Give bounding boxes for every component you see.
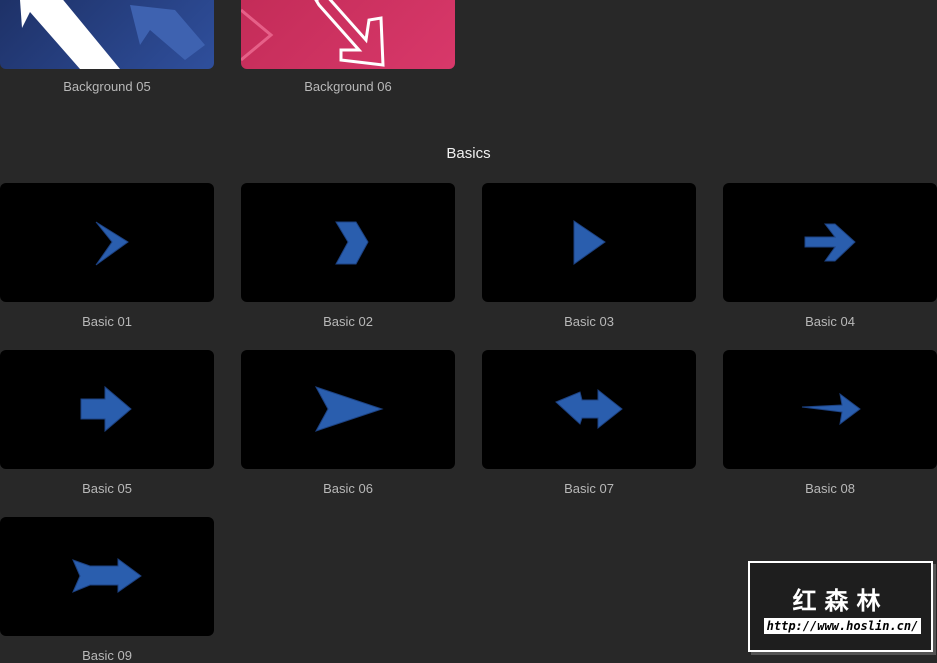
arrow-tail-icon [72,558,142,593]
section-title: Basics [446,145,491,162]
arrow-block-icon [80,385,132,433]
basic-thumbnail[interactable] [723,183,937,302]
triangle-icon [573,220,606,265]
chevron-thin-icon [95,221,129,266]
background-06-label: Background 06 [304,79,392,94]
basic-label: Basic 04 [805,314,855,329]
basic-thumbnail[interactable] [0,517,214,636]
basic-label: Basic 02 [323,314,373,329]
basic-label: Basic 06 [323,481,373,496]
arrow-line-icon [804,223,856,262]
arrow-double-icon [555,388,623,430]
watermark-title: 红森林 [792,588,889,615]
basic-label: Basic 03 [564,314,614,329]
watermark-url: http://www.hoslin.cn/ [764,618,921,634]
chevron-thick-icon [335,221,369,265]
arrow-narrow-icon [801,392,861,426]
background-05-label: Background 05 [63,79,151,94]
basic-thumbnail[interactable] [241,350,455,469]
background-06-thumbnail[interactable] [241,0,455,69]
basic-label: Basic 09 [82,648,132,663]
basic-thumbnail[interactable] [723,350,937,469]
watermark: 红森林 http://www.hoslin.cn/ [748,561,933,652]
basic-label: Basic 05 [82,481,132,496]
basic-thumbnail[interactable] [0,183,214,302]
arrow-dart-icon [314,386,384,432]
basic-thumbnail[interactable] [482,183,696,302]
basic-label: Basic 07 [564,481,614,496]
arrow-down-right-icon [241,0,385,67]
arrow-up-left-icon [20,0,205,69]
basic-thumbnail[interactable] [241,183,455,302]
basic-thumbnail[interactable] [0,350,214,469]
background-05-thumbnail[interactable] [0,0,214,69]
basic-label: Basic 08 [805,481,855,496]
basic-label: Basic 01 [82,314,132,329]
basic-thumbnail[interactable] [482,350,696,469]
